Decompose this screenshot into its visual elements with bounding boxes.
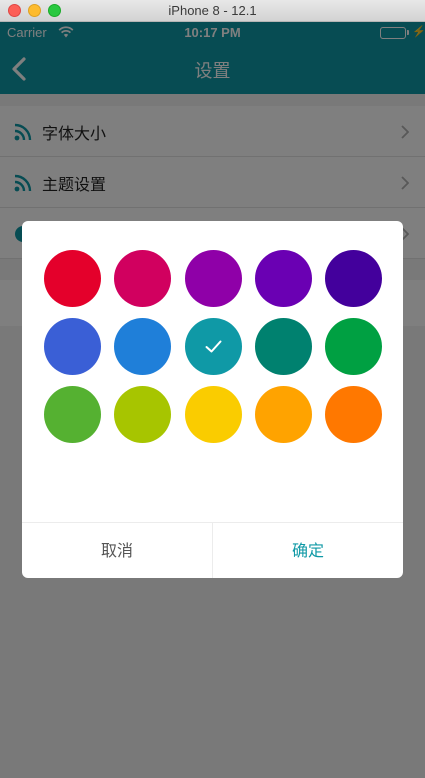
color-swatch[interactable]	[254, 250, 312, 307]
confirm-button[interactable]: 确定	[213, 523, 403, 578]
color-swatch[interactable]	[184, 318, 242, 375]
window-title: iPhone 8 - 12.1	[168, 3, 257, 18]
color-swatch[interactable]	[114, 318, 172, 375]
color-swatch[interactable]	[44, 250, 101, 307]
color-swatch-grid	[44, 250, 382, 443]
checkmark-icon	[205, 340, 221, 353]
color-swatch[interactable]	[44, 386, 101, 443]
cancel-button[interactable]: 取消	[22, 523, 213, 578]
phone-screen: Carrier 10:17 PM ⚡ 设置 字体大小	[0, 22, 425, 778]
dialog-button-bar: 取消 确定	[22, 522, 403, 578]
window-titlebar: iPhone 8 - 12.1	[0, 0, 425, 22]
color-swatch[interactable]	[114, 386, 172, 443]
color-swatch[interactable]	[44, 318, 101, 375]
theme-color-dialog: 取消 确定	[22, 221, 403, 578]
color-swatch[interactable]	[325, 386, 382, 443]
color-swatch[interactable]	[184, 386, 242, 443]
color-swatch[interactable]	[254, 386, 312, 443]
color-swatch[interactable]	[325, 318, 382, 375]
color-swatch[interactable]	[114, 250, 172, 307]
color-swatch[interactable]	[325, 250, 382, 307]
color-swatch[interactable]	[254, 318, 312, 375]
color-swatch[interactable]	[184, 250, 242, 307]
